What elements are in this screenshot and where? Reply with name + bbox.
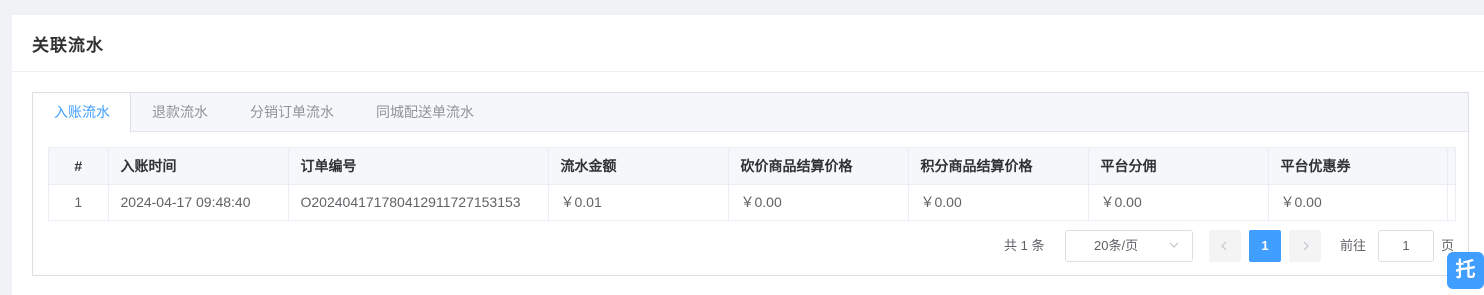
tab-distribution-order-flow[interactable]: 分销订单流水 [229, 93, 355, 132]
next-page-button[interactable] [1289, 230, 1321, 262]
column-header-order-no: 订单编号 [288, 148, 549, 185]
chevron-down-icon [1168, 231, 1180, 272]
column-header-coupon: 平台优惠券 [1268, 148, 1448, 185]
tab-refund-flow[interactable]: 退款流水 [131, 93, 229, 132]
flow-tabs: 入账流水 退款流水 分销订单流水 同城配送单流水 # 入账时间 订单编号 流水金… [32, 92, 1469, 276]
tab-local-delivery-flow[interactable]: 同城配送单流水 [355, 93, 495, 132]
card-title: 关联流水 [32, 35, 104, 55]
column-header-bargain-price: 砍价商品结算价格 [728, 148, 909, 185]
page-size-select[interactable]: 20条/页 [1065, 230, 1193, 262]
cell-points-price: ￥0.00 [908, 184, 1089, 220]
column-header-index: # [49, 148, 109, 185]
table-gutter [1447, 148, 1456, 185]
column-header-amount: 流水金额 [548, 148, 729, 185]
tab-incoming-flow[interactable]: 入账流水 [33, 93, 131, 133]
tab-bar: 入账流水 退款流水 分销订单流水 同城配送单流水 [33, 93, 1468, 133]
cell-coupon: ￥0.00 [1268, 184, 1448, 220]
column-header-time: 入账时间 [108, 148, 289, 185]
chevron-right-icon [1300, 241, 1310, 265]
related-flow-card: 关联流水 入账流水 退款流水 分销订单流水 同城配送单流水 # 入账时间 订单编… [12, 15, 1484, 295]
cell-bargain-price: ￥0.00 [728, 184, 909, 220]
card-header: 关联流水 [12, 15, 1484, 72]
page-number-current[interactable]: 1 [1249, 230, 1281, 262]
table-header-row: # 入账时间 订单编号 流水金额 砍价商品结算价格 积分商品结算价格 平台分佣 … [49, 148, 1456, 185]
cell-amount: ￥0.01 [548, 184, 729, 220]
goto-label: 前往 [1340, 238, 1367, 253]
pagination-total: 共 1 条 [1004, 238, 1045, 253]
cell-gutter [1447, 184, 1456, 220]
column-header-points-price: 积分商品结算价格 [908, 148, 1089, 185]
cell-commission: ￥0.00 [1088, 184, 1269, 220]
cell-order-no: O202404171780412911727153153 [288, 184, 549, 220]
flow-table: # 入账时间 订单编号 流水金额 砍价商品结算价格 积分商品结算价格 平台分佣 … [48, 147, 1456, 221]
chevron-left-icon [1220, 241, 1230, 265]
pagination: 共 1 条 20条/页 1 前往 1 页 [33, 230, 1468, 262]
floating-action-button[interactable]: 托 [1447, 252, 1484, 289]
column-header-commission: 平台分佣 [1088, 148, 1269, 185]
cell-time: 2024-04-17 09:48:40 [108, 184, 289, 220]
table-row: 1 2024-04-17 09:48:40 O20240417178041291… [49, 184, 1456, 220]
page-size-value: 20条/页 [1094, 238, 1139, 253]
prev-page-button[interactable] [1209, 230, 1241, 262]
goto-page-input[interactable]: 1 [1378, 230, 1434, 262]
cell-index: 1 [49, 184, 109, 220]
